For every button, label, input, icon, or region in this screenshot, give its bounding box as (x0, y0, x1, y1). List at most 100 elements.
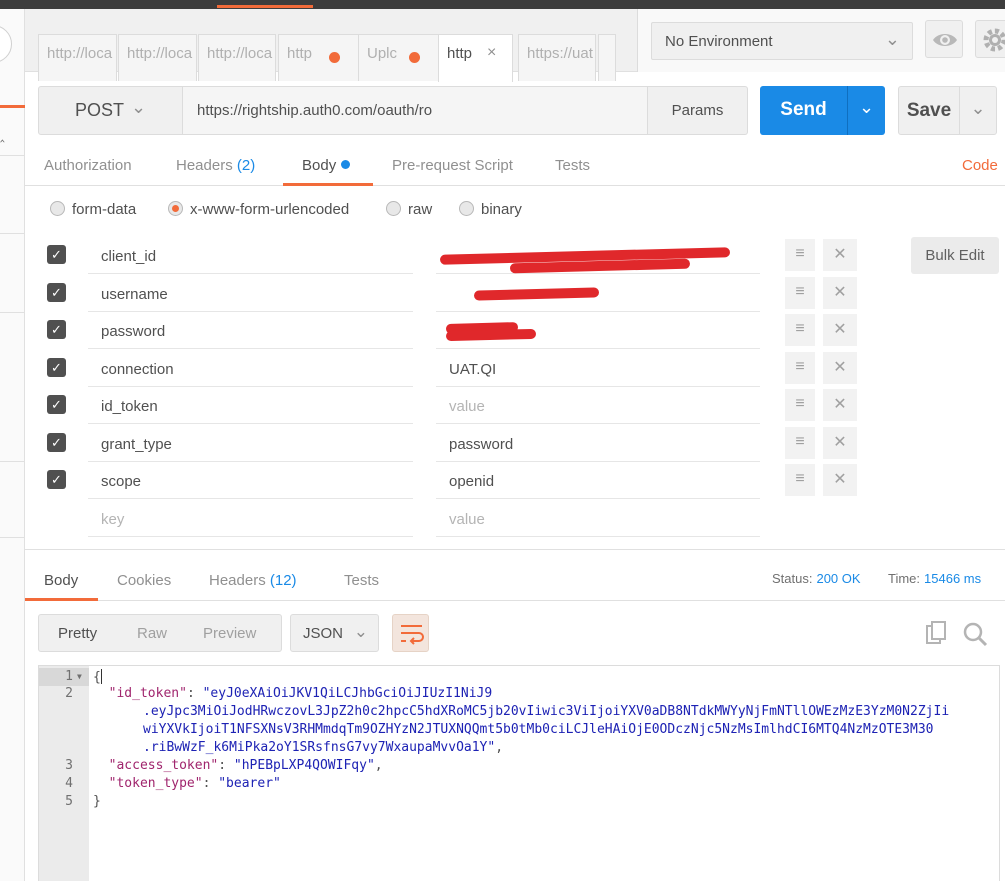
method-select[interactable]: POST ⌄ (38, 86, 183, 135)
params-button[interactable]: Params (647, 86, 748, 135)
format-select[interactable]: JSON ⌄ (290, 614, 379, 652)
save-button[interactable]: Save (898, 86, 960, 135)
key-input[interactable]: id_token (88, 387, 413, 424)
chevron-down-icon: ⌄ (131, 97, 147, 117)
send-button[interactable]: Send (760, 86, 847, 135)
new-key-input[interactable]: key (88, 500, 413, 537)
sidebar-divider (0, 233, 25, 234)
delete-row-icon[interactable]: ✕ (823, 314, 857, 346)
key-input[interactable]: grant_type (88, 425, 413, 462)
delete-row-icon[interactable]: ✕ (823, 389, 857, 421)
row-enabled-checkbox[interactable]: ✓ (47, 395, 66, 414)
delete-row-icon[interactable]: ✕ (823, 427, 857, 459)
tab-authorization[interactable]: Authorization (44, 157, 132, 174)
key-input[interactable]: connection (88, 350, 413, 387)
radio-label: binary (481, 201, 522, 218)
close-tab-icon[interactable]: × (487, 44, 496, 62)
save-dropdown-button[interactable]: ⌄ (959, 86, 997, 135)
tab-pre-request-script[interactable]: Pre-request Script (392, 157, 513, 174)
tab-body[interactable]: Body (302, 157, 351, 174)
bulk-edit-button[interactable]: Bulk Edit (911, 237, 999, 274)
response-headers-count: (12) (269, 572, 297, 589)
value-input[interactable]: value (436, 387, 760, 424)
sidebar-divider (0, 461, 25, 462)
tab-label: Tests (344, 572, 380, 589)
fold-arrow-icon[interactable]: ▼ (77, 672, 82, 681)
drag-handle-icon[interactable]: ≡ (785, 427, 815, 459)
headers-count: (2) (236, 157, 256, 174)
request-tab-active[interactable]: http × (438, 34, 513, 82)
delete-row-icon[interactable]: ✕ (823, 277, 857, 309)
delete-row-icon[interactable]: ✕ (823, 352, 857, 384)
radio-form-data[interactable]: form-data (50, 201, 136, 218)
sidebar: ‸ (0, 9, 25, 881)
json-string: .riBwWzF_k6MiPka2oY1SRsfnsG7vy7WxaupaMvv… (143, 740, 496, 755)
kv-row: ✓ id_token value ≡ ✕ (38, 387, 868, 424)
view-pretty-button[interactable]: Pretty (58, 625, 97, 642)
row-enabled-checkbox[interactable]: ✓ (47, 358, 66, 377)
wrap-lines-button[interactable] (392, 614, 429, 652)
key-input[interactable]: username (88, 275, 413, 312)
response-tab-body[interactable]: Body (44, 572, 78, 589)
json-string: .eyJpc3MiOiJodHRwczovL3JpZ2h0c2hpcC5hdXR… (143, 704, 950, 719)
send-dropdown-button[interactable]: ⌄ (847, 86, 885, 135)
request-tab[interactable] (598, 34, 616, 81)
radio-x-www-form-urlencoded[interactable]: x-www-form-urlencoded (168, 201, 349, 218)
kv-row: ✓ scope openid ≡ ✕ (38, 462, 868, 499)
row-enabled-checkbox[interactable]: ✓ (47, 470, 66, 489)
response-active-tab-underline (25, 598, 98, 601)
row-enabled-checkbox[interactable]: ✓ (47, 245, 66, 264)
response-tab-tests[interactable]: Tests (344, 572, 379, 589)
time-label: Time: (888, 571, 921, 586)
drag-handle-icon[interactable]: ≡ (785, 314, 815, 346)
unsaved-dot-icon (409, 52, 420, 63)
request-tab[interactable]: https://uat (518, 34, 596, 81)
tab-tests[interactable]: Tests (555, 157, 590, 174)
drag-handle-icon[interactable]: ≡ (785, 389, 815, 421)
row-enabled-checkbox[interactable]: ✓ (47, 283, 66, 302)
environment-quick-look-button[interactable] (925, 20, 963, 58)
key-input[interactable]: scope (88, 462, 413, 499)
response-body-editor[interactable]: 1 ▼ 2 3 4 5 { "id_token": "eyJ0eXAiOiJKV… (38, 665, 1000, 881)
value-input[interactable]: password (436, 425, 760, 462)
drag-handle-icon[interactable]: ≡ (785, 239, 815, 271)
code-line: "id_token": "eyJ0eXAiOiJKV1QiLCJhbGciOiJ… (108, 686, 493, 701)
radio-raw[interactable]: raw (386, 201, 432, 218)
key-input[interactable]: client_id (88, 237, 413, 274)
delete-row-icon[interactable]: ✕ (823, 464, 857, 496)
search-icon[interactable] (962, 621, 988, 651)
row-enabled-checkbox[interactable]: ✓ (47, 320, 66, 339)
request-tab[interactable]: http://loca (118, 34, 197, 81)
request-tab[interactable]: http://loca (198, 34, 276, 81)
view-raw-button[interactable]: Raw (137, 625, 167, 642)
line-number: 3 (65, 758, 73, 773)
tab-headers[interactable]: Headers (2) (176, 157, 255, 174)
status-value: 200 OK (816, 571, 861, 586)
value-input[interactable]: openid (436, 462, 760, 499)
generate-code-link[interactable]: Code (962, 157, 998, 174)
key-input[interactable]: password (88, 312, 413, 349)
eye-icon (933, 34, 957, 46)
environment-select[interactable]: No Environment ⌄ (651, 22, 913, 60)
sidebar-search-button[interactable] (0, 25, 12, 63)
json-string: "hPEBpLXP4QOWIFqy" (233, 758, 375, 773)
request-tab[interactable]: http://loca (38, 34, 117, 81)
new-value-input[interactable]: value (436, 500, 760, 537)
tab-label: Uplc (367, 45, 398, 62)
radio-binary[interactable]: binary (459, 201, 522, 218)
view-preview-button[interactable]: Preview (203, 625, 256, 642)
url-input[interactable]: https://rightship.auth0.com/oauth/ro (182, 86, 648, 135)
drag-handle-icon[interactable]: ≡ (785, 352, 815, 384)
json-string: "bearer" (218, 776, 281, 791)
row-enabled-checkbox[interactable]: ✓ (47, 433, 66, 452)
delete-row-icon[interactable]: ✕ (823, 239, 857, 271)
drag-handle-icon[interactable]: ≡ (785, 464, 815, 496)
drag-handle-icon[interactable]: ≡ (785, 277, 815, 309)
value-input[interactable]: UAT.QI (436, 350, 760, 387)
environment-settings-button[interactable] (975, 20, 1005, 58)
sidebar-divider (0, 312, 25, 313)
response-tab-headers[interactable]: Headers (12) (209, 572, 297, 589)
copy-icon[interactable] (925, 621, 949, 649)
method-label: POST (75, 100, 125, 120)
response-tab-cookies[interactable]: Cookies (117, 572, 171, 589)
